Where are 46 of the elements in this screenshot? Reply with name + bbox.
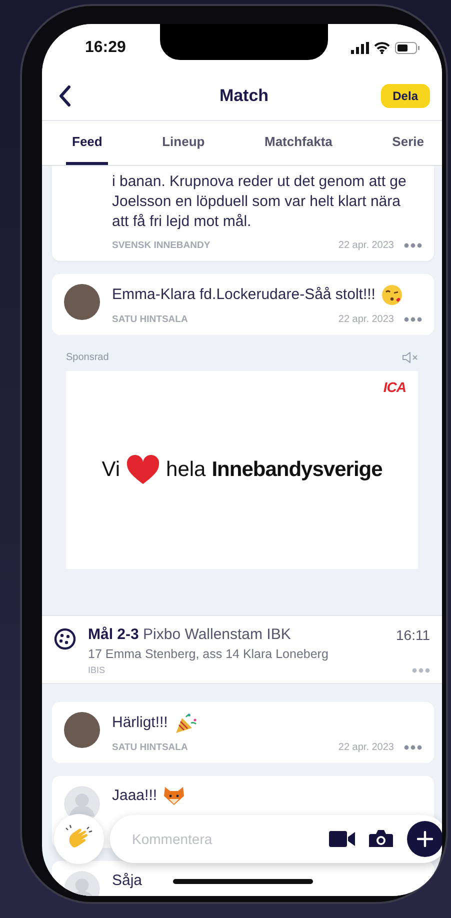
status-time: 16:29 (85, 39, 126, 57)
tagline-text: Vi (102, 458, 120, 482)
add-button[interactable] (407, 821, 442, 857)
comment-input-field[interactable]: Kommentera (130, 830, 315, 848)
comment-author: SATU HINTSALA (112, 314, 189, 325)
goal-title: Mål 2-3 Pixbo Wallenstam IBK (88, 626, 291, 643)
tagline-text: hela (166, 458, 206, 482)
tab[interactable]: Lineup (156, 121, 211, 165)
event-time: 16:11 (396, 626, 430, 642)
tagline-text: Innebandysverige (212, 458, 382, 482)
more-icon[interactable] (412, 668, 430, 672)
more-icon[interactable] (404, 317, 422, 322)
comment-text: Såja (112, 871, 142, 891)
back-icon[interactable] (58, 85, 72, 107)
sponsored-label: Sponsrad (66, 352, 109, 363)
comment-date: 22 apr. 2023 (338, 314, 394, 325)
fox-face-icon (163, 786, 186, 806)
ad-banner[interactable]: ICA Vi hela Innebandysverige (66, 371, 418, 569)
heart-icon (126, 455, 160, 485)
goal-detail: 17 Emma Stenberg, ass 14 Klara Loneberg (88, 647, 330, 661)
plus-icon (417, 831, 433, 847)
comment-text: Härligt!!! (112, 713, 168, 733)
party-popper-icon (174, 712, 198, 734)
floorball-icon (54, 628, 76, 650)
post-author: SVENSK INNEBANDY (112, 240, 212, 251)
mute-icon[interactable] (402, 352, 418, 363)
event-source: IBIS (88, 665, 106, 675)
comment-text: Emma-Klara fd.Lockerudare-Såå stolt!!! (112, 285, 376, 305)
comment-text: Jaaa!!! (112, 786, 158, 806)
more-icon[interactable] (404, 243, 422, 248)
tab[interactable]: Serie (386, 121, 430, 165)
comment-date: 22 apr. 2023 (338, 742, 394, 753)
camera-icon[interactable] (369, 829, 393, 849)
comment-author: SATU HINTSALA (112, 742, 189, 753)
kissing-face-icon (381, 284, 404, 306)
battery-icon (395, 42, 420, 54)
signal-icon (351, 42, 369, 54)
post-date: 22 apr. 2023 (338, 240, 394, 251)
wifi-icon (374, 42, 390, 54)
post-text: i banan. Krupnova reder ut det genom att ge Joelsson en löpduell som var helt klart nära att få fri lejd mot mål. (112, 172, 408, 232)
brand-logo-text: ICA (383, 379, 406, 395)
more-icon[interactable] (404, 745, 422, 750)
share-button[interactable]: Dela (380, 84, 430, 108)
screen-title: Match (219, 86, 269, 106)
tab[interactable]: Matchfakta (258, 121, 338, 165)
video-camera-icon[interactable] (329, 831, 355, 847)
